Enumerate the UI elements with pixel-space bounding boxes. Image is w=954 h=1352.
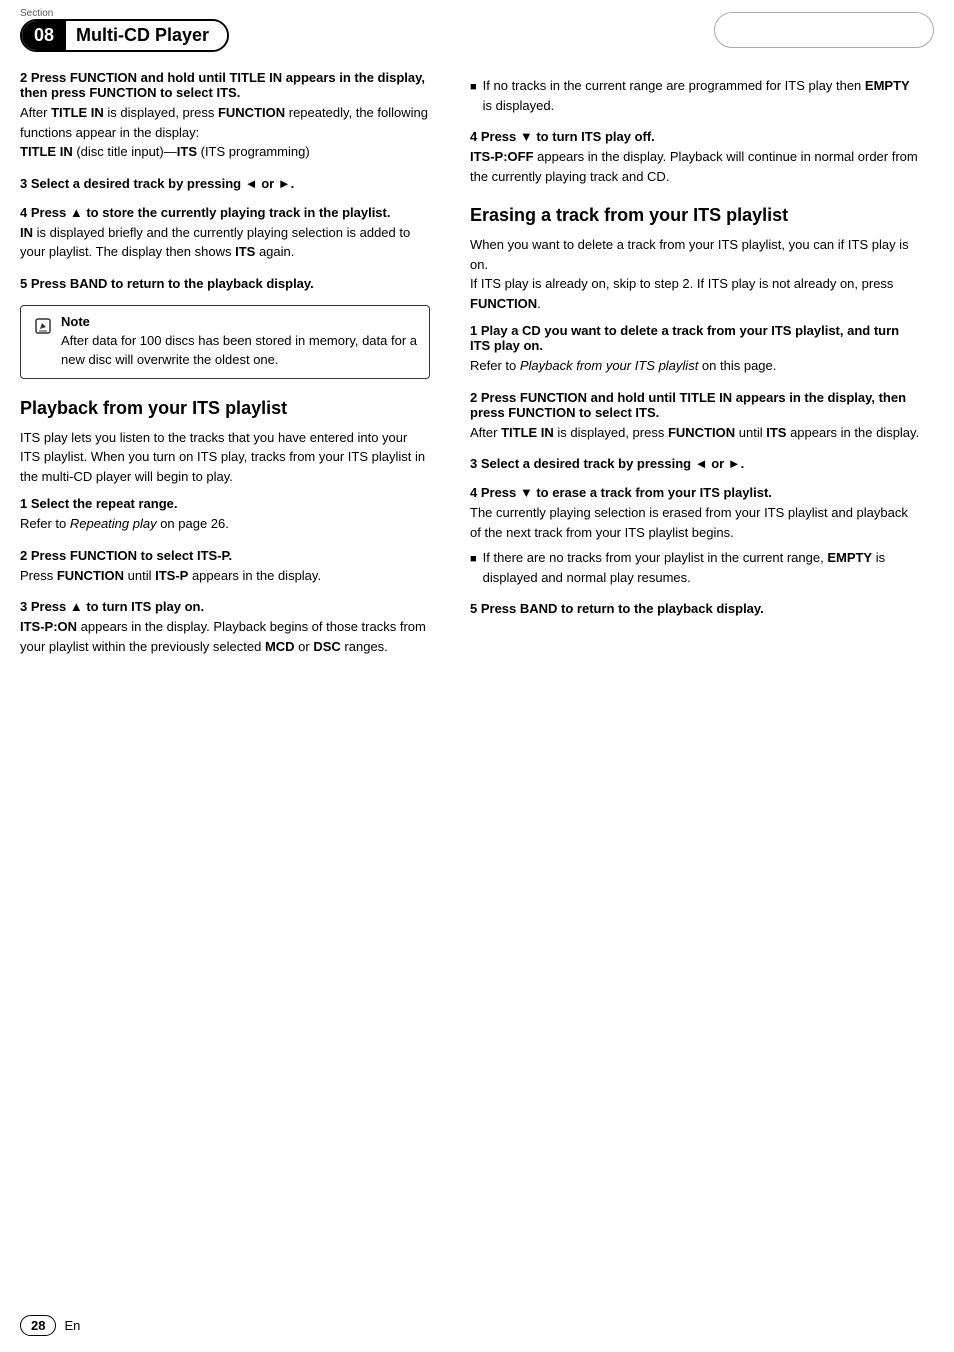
er-step-2-body: After TITLE IN is displayed, press FUNCT… xyxy=(470,423,920,443)
bullet-no-tracks: ■ If no tracks in the current range are … xyxy=(470,76,920,115)
step-5-header: 5 Press BAND to return to the playback d… xyxy=(20,276,430,291)
pb-step-2-header: 2 Press FUNCTION to select ITS-P. xyxy=(20,548,430,563)
step-2-body: After TITLE IN is displayed, press FUNCT… xyxy=(20,103,430,162)
step-2-its: 2 Press FUNCTION and hold until TITLE IN… xyxy=(20,70,430,162)
page-header: Section 08 Multi-CD Player xyxy=(0,0,954,52)
rc-step-4-body: ITS-P:OFF appears in the display. Playba… xyxy=(470,147,920,186)
step-4: 4 Press ▲ to store the currently playing… xyxy=(20,205,430,262)
er-step-4-body: The currently playing selection is erase… xyxy=(470,503,920,542)
pb-step-1-body: Refer to Repeating play on page 26. xyxy=(20,514,430,534)
header-right-box xyxy=(714,12,934,48)
er-step-5: 5 Press BAND to return to the playback d… xyxy=(470,601,920,616)
section-label: Section xyxy=(20,8,53,19)
section-title: Multi-CD Player xyxy=(66,21,227,50)
pb-step-2: 2 Press FUNCTION to select ITS-P. Press … xyxy=(20,548,430,586)
erase-section-heading: Erasing a track from your ITS playlist xyxy=(470,204,920,227)
step-3-header: 3 Select a desired track by pressing ◄ o… xyxy=(20,176,430,191)
pb-step-3: 3 Press ▲ to turn ITS play on. ITS-P:ON … xyxy=(20,599,430,656)
er-step-4: 4 Press ▼ to erase a track from your ITS… xyxy=(470,485,920,587)
er-step-1-body: Refer to Playback from your ITS playlist… xyxy=(470,356,920,376)
step-4-body: IN is displayed briefly and the currentl… xyxy=(20,223,430,262)
bullet-text: If no tracks in the current range are pr… xyxy=(483,76,920,115)
er-bullet-1: ■ If there are no tracks from your playl… xyxy=(470,548,920,587)
step-3: 3 Select a desired track by pressing ◄ o… xyxy=(20,176,430,191)
er-step-4-header: 4 Press ▼ to erase a track from your ITS… xyxy=(470,485,920,500)
pb-step-3-header: 3 Press ▲ to turn ITS play on. xyxy=(20,599,430,614)
er-bullet-text: If there are no tracks from your playlis… xyxy=(483,548,920,587)
er-step-3: 3 Select a desired track by pressing ◄ o… xyxy=(470,456,920,471)
step-5: 5 Press BAND to return to the playback d… xyxy=(20,276,430,291)
rc-step-4: 4 Press ▼ to turn ITS play off. ITS-P:OF… xyxy=(470,129,920,186)
pb-step-2-body: Press FUNCTION until ITS-P appears in th… xyxy=(20,566,430,586)
pb-step-3-body: ITS-P:ON appears in the display. Playbac… xyxy=(20,617,430,656)
bullet-square-icon: ■ xyxy=(470,79,477,115)
playback-section-heading: Playback from your ITS playlist xyxy=(20,397,430,420)
er-step-5-header: 5 Press BAND to return to the playback d… xyxy=(470,601,920,616)
note-box: Note After data for 100 discs has been s… xyxy=(20,305,430,379)
er-step-1-header: 1 Play a CD you want to delete a track f… xyxy=(470,323,920,353)
footer-lang: En xyxy=(64,1318,80,1333)
erase-intro: When you want to delete a track from you… xyxy=(470,235,920,313)
step-2-header: 2 Press FUNCTION and hold until TITLE IN… xyxy=(20,70,430,100)
note-content: Note After data for 100 discs has been s… xyxy=(61,314,417,370)
er-step-2: 2 Press FUNCTION and hold until TITLE IN… xyxy=(470,390,920,443)
pb-step-1-header: 1 Select the repeat range. xyxy=(20,496,430,511)
er-step-1: 1 Play a CD you want to delete a track f… xyxy=(470,323,920,376)
er-step-3-header: 3 Select a desired track by pressing ◄ o… xyxy=(470,456,920,471)
er-step-2-header: 2 Press FUNCTION and hold until TITLE IN… xyxy=(470,390,920,420)
section-box: Section 08 Multi-CD Player xyxy=(20,8,229,52)
section-number: 08 xyxy=(22,21,66,50)
right-column: ■ If no tracks in the current range are … xyxy=(460,70,920,670)
er-bullet-square-icon: ■ xyxy=(470,551,477,587)
rc-step-4-header: 4 Press ▼ to turn ITS play off. xyxy=(470,129,920,144)
section-number-title: 08 Multi-CD Player xyxy=(20,19,229,52)
page-number: 28 xyxy=(20,1315,56,1336)
note-icon xyxy=(33,316,53,341)
step-4-header: 4 Press ▲ to store the currently playing… xyxy=(20,205,430,220)
playback-intro: ITS play lets you listen to the tracks t… xyxy=(20,428,430,487)
pb-step-1: 1 Select the repeat range. Refer to Repe… xyxy=(20,496,430,534)
page-footer: 28 En xyxy=(20,1315,80,1336)
main-content: 2 Press FUNCTION and hold until TITLE IN… xyxy=(0,52,954,690)
left-column: 2 Press FUNCTION and hold until TITLE IN… xyxy=(20,70,460,670)
